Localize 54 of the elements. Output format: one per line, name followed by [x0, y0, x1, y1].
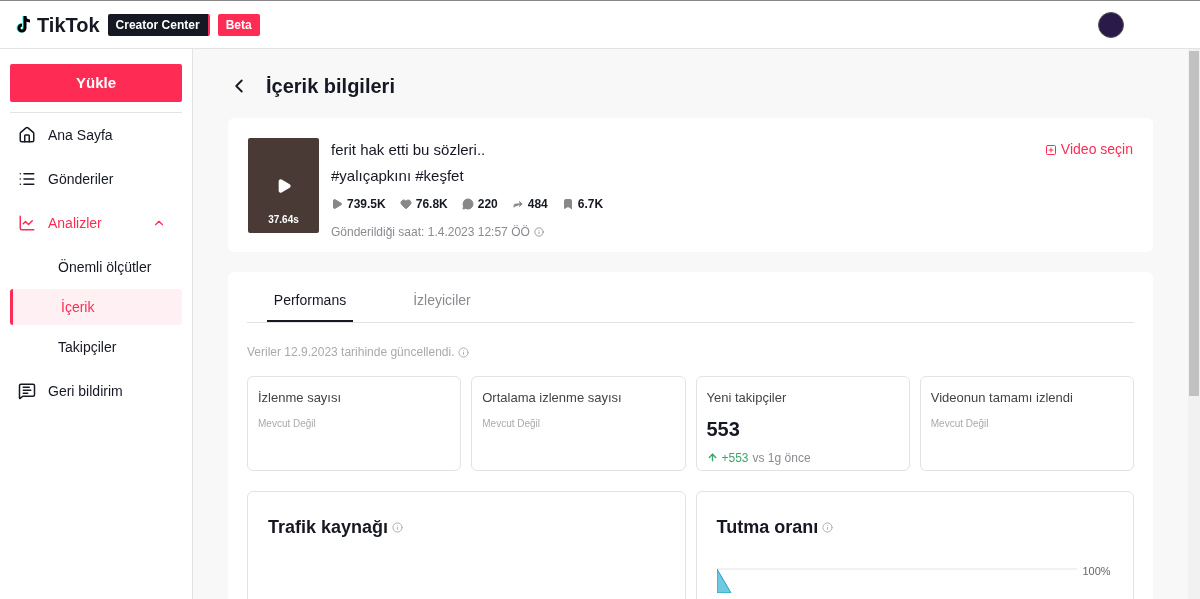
sidebar-item[interactable]: Ana Sayfa: [10, 113, 182, 157]
scrollbar[interactable]: [1188, 49, 1200, 599]
video-duration: 37.64s: [267, 213, 300, 227]
beta-badge: Beta: [217, 13, 260, 36]
select-video-link[interactable]: Video seçin: [1044, 139, 1133, 160]
info-icon: [458, 346, 470, 358]
metric-value: 553: [706, 416, 741, 442]
video-title: ferit hak etti bu sözleri..: [331, 140, 487, 160]
sidebar-item[interactable]: Geri bildirim: [10, 369, 182, 413]
traffic-title: Trafik kaynağı: [268, 516, 389, 539]
page-title: İçerik bilgileri: [266, 74, 395, 99]
share-icon: [511, 198, 524, 210]
sidebar-item[interactable]: Gönderiler: [10, 157, 182, 201]
video-thumbnail[interactable]: 37.64s: [248, 138, 319, 233]
line-chart-icon: [18, 214, 36, 232]
product-label: Creator Center: [107, 13, 210, 36]
arrow-up-icon: [706, 452, 718, 463]
metric-unavailable: Mevcut Değil: [482, 416, 542, 431]
logo-text: TikTok: [37, 12, 100, 38]
metric-compare: vs 1g önce: [752, 449, 811, 467]
sidebar-subitem[interactable]: Önemli ölçütler: [10, 249, 182, 285]
list-icon: [18, 170, 36, 188]
info-icon: [533, 227, 544, 237]
metric-unavailable: Mevcut Değil: [258, 416, 317, 431]
metric-unavailable: Mevcut Değil: [930, 416, 990, 431]
video-hashtags: #yalıçapkını #keşfet: [331, 165, 465, 186]
retention-title: Tutma oranı: [716, 516, 819, 539]
sidebar-subitem[interactable]: Takipçiler: [10, 329, 182, 365]
stat-value: 220: [477, 196, 498, 213]
home-icon: [18, 126, 36, 144]
bookmark-icon: [561, 198, 574, 210]
metric-label: Yeni takipçiler: [706, 389, 788, 407]
updated-note: Veriler 12.9.2023 tarihinde güncellendi.: [247, 344, 455, 361]
avatar[interactable]: [1098, 11, 1124, 38]
metric-label: İzlenme sayısı: [258, 389, 343, 407]
posted-time: Gönderildiği saat: 1.4.2023 12:57 ÖÖ: [331, 224, 530, 241]
stat-value: 739.5K: [347, 196, 386, 213]
metric-label: Ortalama izlenme sayısı: [482, 389, 623, 407]
play-icon: [331, 198, 343, 210]
info-icon: [822, 522, 834, 533]
sidebar-item[interactable]: Analizler: [10, 201, 182, 245]
tab[interactable]: Performans: [267, 290, 353, 322]
axis-tick-label: 100%: [1082, 564, 1111, 579]
upload-button[interactable]: Yükle: [10, 64, 182, 102]
metric-label: Videonun tamamı izlendi: [930, 389, 1074, 407]
metric-delta: +553: [721, 449, 749, 467]
video-add-icon: [1044, 143, 1057, 156]
info-icon: [392, 522, 404, 533]
stat-value: 76.8K: [415, 196, 448, 213]
feedback-icon: [18, 382, 36, 400]
comment-icon: [461, 198, 474, 210]
stat-value: 6.7K: [577, 196, 604, 213]
heart-icon: [399, 198, 412, 210]
stat-value: 484: [527, 196, 548, 213]
